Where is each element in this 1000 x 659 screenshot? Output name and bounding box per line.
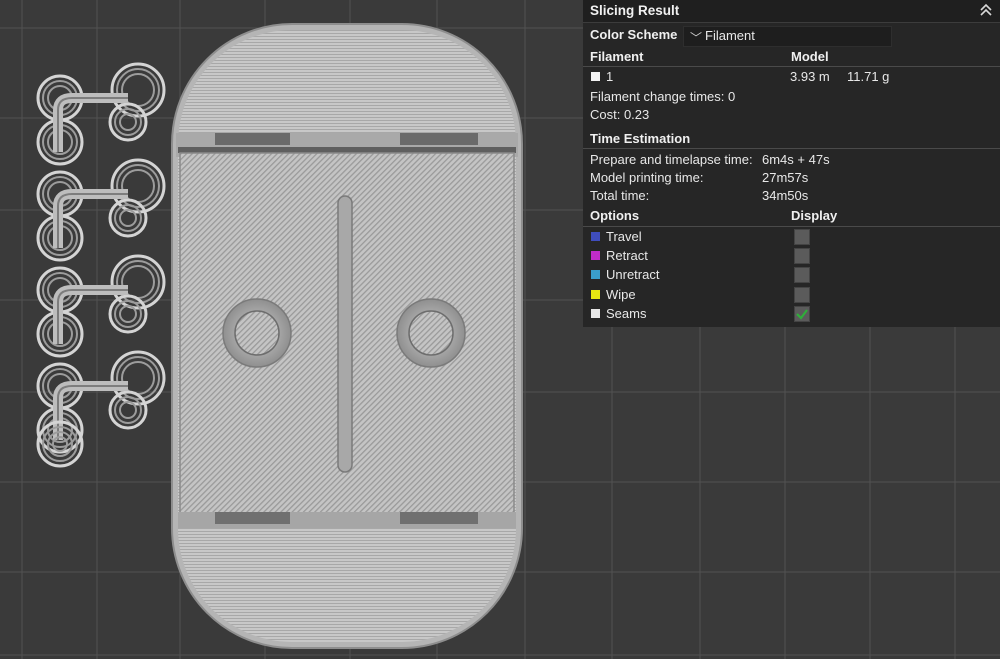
right-round-boss (396, 298, 466, 368)
panel-title: Slicing Result (590, 3, 680, 18)
option-retract-checkbox[interactable] (794, 248, 810, 264)
option-wipe-label: Wipe (606, 287, 636, 302)
filament-weight: 11.71 g (847, 69, 890, 84)
color-scheme-dropdown[interactable]: ﹀ Filament (683, 26, 892, 47)
divider (583, 66, 1000, 67)
color-scheme-label: Color Scheme (590, 27, 678, 42)
option-unretract-checkbox[interactable] (794, 267, 810, 283)
model-body (171, 23, 523, 649)
option-wipe-checkbox[interactable] (794, 287, 810, 303)
time-value: 34m50s (762, 188, 809, 203)
wipe-color-swatch (591, 290, 600, 299)
travel-color-swatch (591, 232, 600, 241)
retract-color-swatch (591, 251, 600, 260)
filament-length: 3.93 m (790, 69, 830, 84)
display-header: Display (791, 208, 838, 223)
filament-change-times: Filament change times: 0 (590, 89, 736, 104)
chevron-down-icon: ﹀ (690, 31, 703, 45)
unretract-color-swatch (591, 270, 600, 279)
color-scheme-value: Filament (705, 28, 755, 43)
slicing-result-panel: Slicing Result Color Scheme ﹀ Filament F… (583, 0, 1000, 327)
divider (583, 148, 1000, 149)
cost: Cost: 0.23 (590, 107, 650, 122)
panel-title-bar: Slicing Result (583, 0, 1000, 23)
clip-part (36, 254, 166, 358)
clip-part (36, 62, 166, 166)
model-header: Model (791, 49, 829, 64)
option-unretract-label: Unretract (606, 267, 660, 282)
time-label: Model printing time: (590, 170, 704, 185)
time-estimation-header: Time Estimation (590, 131, 691, 146)
time-value: 27m57s (762, 170, 809, 185)
options-header: Options (590, 208, 640, 223)
divider (583, 226, 1000, 227)
left-round-boss (222, 298, 292, 368)
option-travel-checkbox[interactable] (794, 229, 810, 245)
collapse-icon[interactable] (978, 2, 994, 18)
time-label: Total time: (590, 188, 650, 203)
time-label: Prepare and timelapse time: (590, 152, 753, 167)
filament-header: Filament (590, 49, 644, 64)
filament-color-swatch (591, 72, 600, 81)
option-seams-checkbox[interactable] (794, 306, 810, 322)
filament-id: 1 (606, 69, 614, 84)
option-seams-label: Seams (606, 306, 647, 321)
option-travel-label: Travel (606, 229, 642, 244)
checkmark-icon (796, 309, 808, 320)
seams-color-swatch (591, 309, 600, 318)
time-value: 6m4s + 47s (762, 152, 830, 167)
support-parts (36, 62, 166, 468)
option-retract-label: Retract (606, 248, 648, 263)
